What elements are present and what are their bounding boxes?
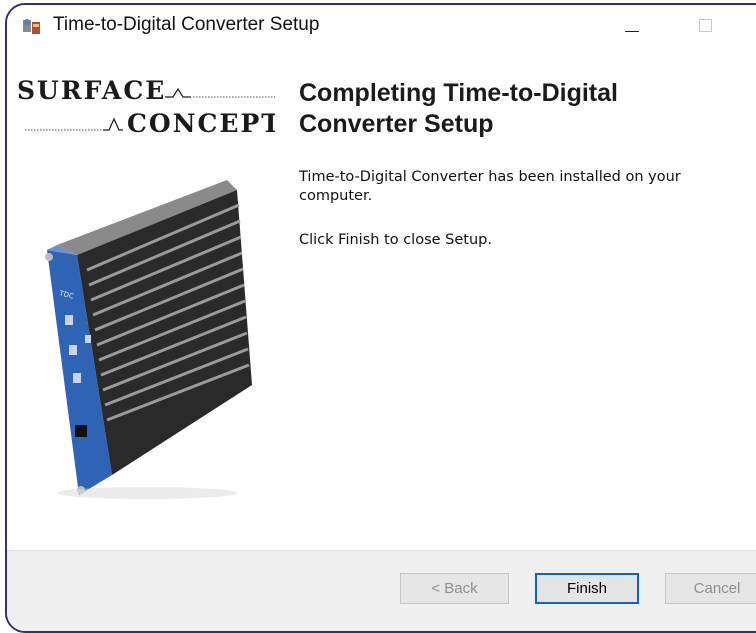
surface-concept-logo: SURFACE CONCEPT — [17, 76, 275, 138]
side-banner: SURFACE CONCEPT TDC — [7, 45, 279, 550]
finish-button[interactable]: Finish — [535, 573, 639, 604]
cancel-button[interactable]: Cancel — [665, 573, 756, 604]
window-title: Time-to-Digital Converter Setup — [53, 14, 320, 35]
logo-line1-text: SURFACE — [17, 76, 166, 105]
title-bar[interactable]: Time-to-Digital Converter Setup — [7, 5, 756, 45]
installer-window: Time-to-Digital Converter Setup SURFACE … — [5, 3, 756, 633]
back-button[interactable]: < Back — [400, 573, 509, 604]
logo-line2-text: CONCEPT — [127, 109, 275, 138]
finish-instruction: Click Finish to close Setup. — [299, 232, 492, 248]
page-heading: Completing Time-to-Digital Converter Set… — [299, 79, 618, 138]
maximize-button[interactable] — [687, 9, 721, 41]
minimize-button[interactable] — [615, 9, 649, 41]
installed-message: Time-to-Digital Converter has been insta… — [299, 169, 681, 204]
content-area: Completing Time-to-Digital Converter Set… — [299, 45, 756, 550]
tdc-device-image: TDC — [45, 180, 252, 499]
installer-app-icon — [23, 19, 40, 34]
button-bar: < Back Finish Cancel — [7, 550, 756, 631]
